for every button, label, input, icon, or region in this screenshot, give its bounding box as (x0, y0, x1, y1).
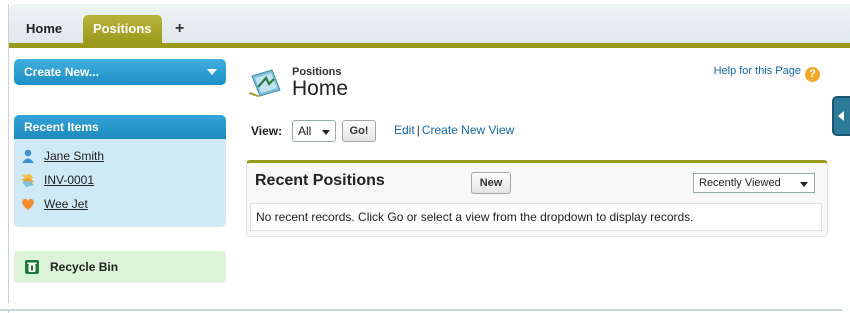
recycle-bin-icon (24, 255, 40, 274)
page-title: Home (292, 77, 349, 100)
recent-item-inv-0001[interactable]: INV-0001 (44, 173, 94, 187)
go-button[interactable]: Go! (342, 120, 376, 142)
all-tabs-plus-button[interactable]: + (175, 15, 184, 43)
view-select-value: All (298, 124, 312, 138)
create-new-label: Create New... (24, 65, 99, 79)
create-new-dropdown[interactable]: Create New... (14, 59, 226, 85)
recycle-bin-link[interactable]: Recycle Bin (14, 251, 226, 283)
recent-item-wee-jet[interactable]: Wee Jet (44, 197, 88, 211)
recent-positions-filter-select[interactable]: Recently Viewed (693, 173, 815, 193)
sidebar-collapse-handle[interactable] (832, 96, 850, 136)
view-label: View: (251, 124, 283, 138)
recent-positions-title: Recent Positions (255, 172, 385, 189)
tab-home[interactable]: Home (19, 15, 69, 43)
list-item: Wee Jet (20, 195, 88, 213)
help-for-this-page-link[interactable]: Help for this Page? (714, 65, 820, 82)
merchandise-icon (20, 197, 36, 211)
create-new-view-link[interactable]: Create New View (422, 123, 514, 137)
recycle-bin-label: Recycle Bin (50, 260, 119, 274)
recent-positions-panel: Recent Positions New Recently Viewed No … (246, 160, 828, 237)
tab-bar: Home Positions + (9, 4, 850, 44)
edit-view-link[interactable]: Edit (394, 123, 415, 137)
link-separator: | (416, 123, 420, 137)
chevron-down-icon (322, 130, 330, 135)
new-position-button[interactable]: New (471, 172, 511, 194)
invoice-icon (20, 173, 36, 187)
recent-items-panel: Recent Items Jane Smith INV-0001 Wee Jet (14, 115, 226, 227)
contact-icon (20, 149, 36, 163)
chevron-left-icon (838, 111, 844, 121)
page-bottom-border (0, 303, 842, 311)
recent-item-jane-smith[interactable]: Jane Smith (44, 149, 104, 163)
list-item: Jane Smith (20, 147, 104, 165)
positions-object-icon (248, 66, 284, 98)
tab-bar-accent-line (9, 43, 850, 48)
view-links: Edit | Create New View (394, 123, 514, 137)
chevron-down-icon (800, 182, 808, 187)
list-item: INV-0001 (20, 171, 94, 189)
recent-positions-filter-value: Recently Viewed (699, 177, 781, 189)
help-icon: ? (805, 67, 820, 82)
recent-items-header: Recent Items (14, 115, 226, 139)
view-select[interactable]: All (292, 120, 336, 142)
help-link-label: Help for this Page (713, 65, 801, 77)
chevron-down-icon (207, 69, 217, 75)
empty-records-message: No recent records. Click Go or select a … (250, 203, 822, 231)
tab-positions[interactable]: Positions (83, 15, 162, 43)
